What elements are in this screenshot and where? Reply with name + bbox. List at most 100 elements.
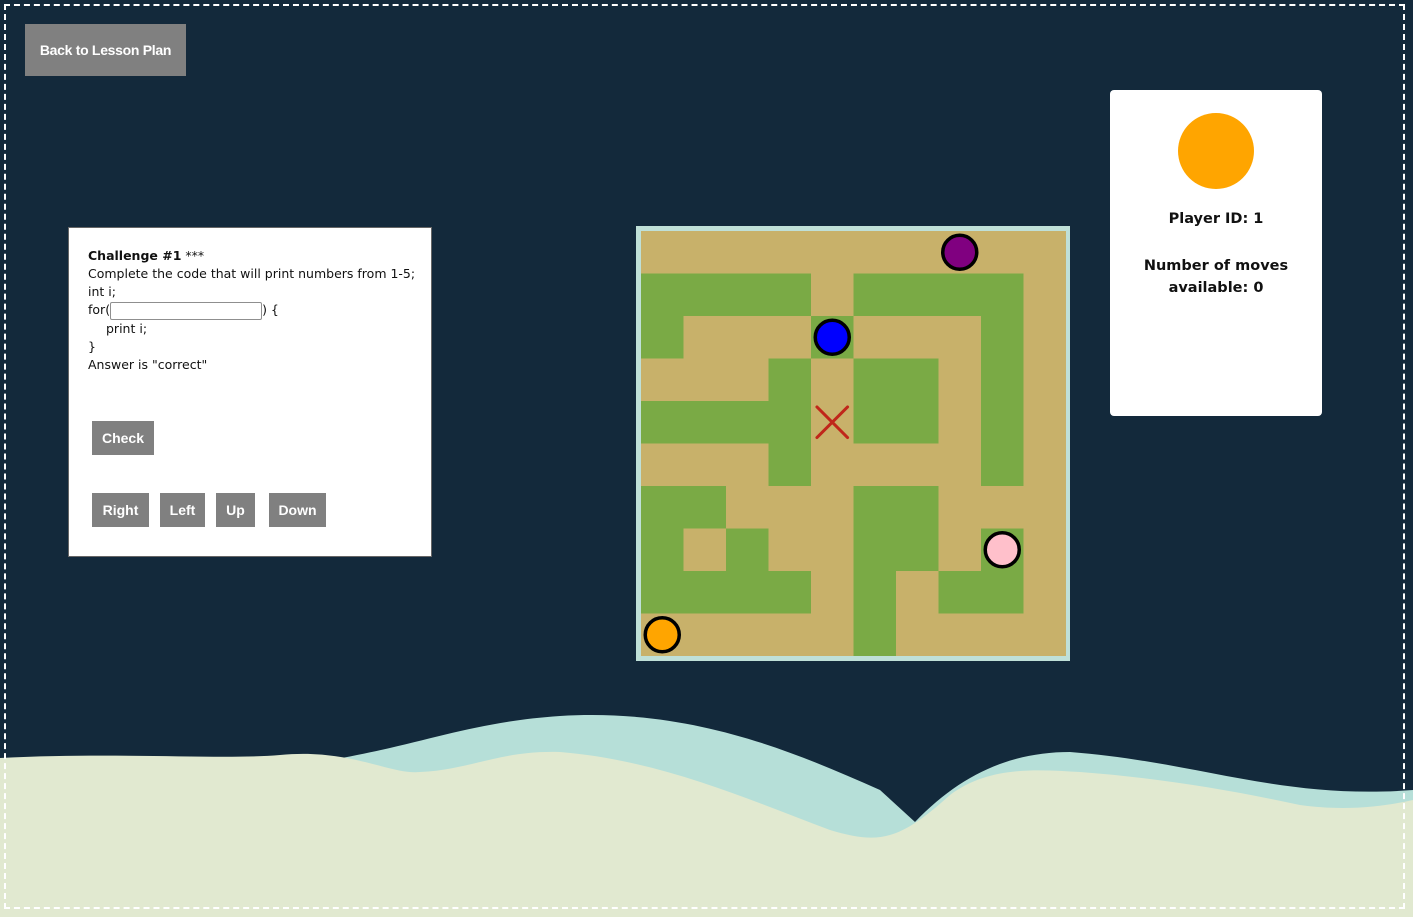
maze-grass-cell <box>768 571 812 614</box>
maze-grass-cell <box>768 443 812 487</box>
challenge-text: Challenge #1 *** Complete the code that … <box>88 247 415 374</box>
maze-grass-cell <box>853 571 897 614</box>
maze-path-cell <box>726 316 769 359</box>
player-token-orange <box>643 616 681 654</box>
maze-grass-cell <box>641 401 684 444</box>
maze-path-cell <box>811 231 854 274</box>
maze-path-cell <box>768 528 812 572</box>
maze-grass-cell <box>853 486 897 529</box>
maze-grass-cell <box>896 486 939 529</box>
maze-grass-cell <box>981 401 1024 444</box>
code-line-for: for() { <box>88 301 415 320</box>
maze-path-cell <box>726 443 769 487</box>
challenge-hint: Answer is "correct" <box>88 356 208 372</box>
maze-grass-cell <box>853 273 897 317</box>
maze-path-cell <box>811 528 854 572</box>
maze-path-cell <box>853 443 897 487</box>
maze-path-cell <box>811 486 854 529</box>
maze-path-cell <box>1023 613 1066 656</box>
maze-grass-cell <box>853 613 897 656</box>
maze-grass-cell <box>683 571 727 614</box>
maze-grass-cell <box>641 273 684 317</box>
maze-grass-cell <box>981 571 1024 614</box>
maze-grass-cell <box>683 401 727 444</box>
maze-grass-cell <box>726 571 769 614</box>
maze-path-cell <box>726 231 769 274</box>
maze-path-cell <box>896 231 939 274</box>
maze-path-cell <box>641 443 684 487</box>
code-line-declaration: int i; <box>88 284 116 299</box>
move-left-button[interactable]: Left <box>160 493 205 527</box>
maze-path-cell <box>726 486 769 529</box>
moves-available-label: Number of moves available: 0 <box>1143 258 1289 296</box>
maze-path-cell <box>1023 358 1066 402</box>
maze-path-cell <box>938 443 982 487</box>
maze-grass-cell <box>853 401 897 444</box>
maze-grass-cell <box>726 401 769 444</box>
maze-grass-cell <box>683 486 727 529</box>
maze-grass-cell <box>981 358 1024 402</box>
move-up-button[interactable]: Up <box>216 493 255 527</box>
for-prefix: for( <box>88 302 111 317</box>
maze-path-cell <box>1023 443 1066 487</box>
maze-grass-cell <box>768 273 812 317</box>
maze-path-cell <box>1023 231 1066 274</box>
maze-path-cell <box>683 316 727 359</box>
maze-path-cell <box>683 231 727 274</box>
maze-path-cell <box>938 528 982 572</box>
maze-path-cell <box>811 273 854 317</box>
maze-grass-cell <box>683 273 727 317</box>
maze-path-cell <box>641 231 684 274</box>
maze-grass-cell <box>896 528 939 572</box>
maze-grid <box>641 231 1066 656</box>
maze-path-cell <box>726 613 769 656</box>
challenge-title: Challenge #1 <box>88 248 182 263</box>
maze-path-cell <box>683 443 727 487</box>
maze-path-cell <box>1023 273 1066 317</box>
maze-path-cell <box>938 486 982 529</box>
player-info-card: Player ID: 1 Number of moves available: … <box>1110 90 1322 416</box>
maze-path-cell <box>683 358 727 402</box>
player-avatar <box>1178 113 1254 189</box>
player-id-label: Player ID: 1 <box>1168 211 1264 227</box>
maze-path-cell <box>1023 486 1066 529</box>
maze-grass-cell <box>853 528 897 572</box>
maze-grass-cell <box>641 486 684 529</box>
maze-path-cell <box>1023 316 1066 359</box>
maze-grass-cell <box>726 273 769 317</box>
move-right-button[interactable]: Right <box>92 493 149 527</box>
maze-grass-cell <box>768 401 812 444</box>
maze-path-cell <box>768 316 812 359</box>
maze-grass-cell <box>768 358 812 402</box>
maze-path-cell <box>853 316 897 359</box>
maze-path-cell <box>896 443 939 487</box>
maze-grass-cell <box>641 528 684 572</box>
player-token-purple <box>941 233 979 271</box>
maze-path-cell <box>1023 571 1066 614</box>
maze-grass-cell <box>726 528 769 572</box>
player-token-pink <box>983 531 1021 569</box>
challenge-heading: Challenge #1 *** <box>88 247 415 265</box>
maze-path-cell <box>981 486 1024 529</box>
maze-path-cell <box>981 613 1024 656</box>
maze-path-cell <box>938 401 982 444</box>
maze-path-cell <box>896 613 939 656</box>
maze-path-cell <box>811 358 854 402</box>
back-to-lesson-plan-button[interactable]: Back to Lesson Plan <box>25 24 186 76</box>
answer-input[interactable] <box>110 301 263 320</box>
challenge-instruction: Complete the code that will print number… <box>88 266 416 281</box>
maze-board <box>636 226 1070 661</box>
maze-path-cell <box>853 231 897 274</box>
maze-path-cell <box>1023 528 1066 572</box>
maze-grass-cell <box>853 358 897 402</box>
maze-grass-cell <box>938 571 982 614</box>
check-button[interactable]: Check <box>92 421 154 455</box>
maze-path-cell <box>726 358 769 402</box>
move-down-button[interactable]: Down <box>269 493 326 527</box>
maze-path-cell <box>811 613 854 656</box>
maze-path-cell <box>938 358 982 402</box>
maze-grass-cell <box>981 273 1024 317</box>
maze-path-cell <box>641 358 684 402</box>
maze-path-cell <box>683 528 727 572</box>
maze-grass-cell <box>981 316 1024 359</box>
